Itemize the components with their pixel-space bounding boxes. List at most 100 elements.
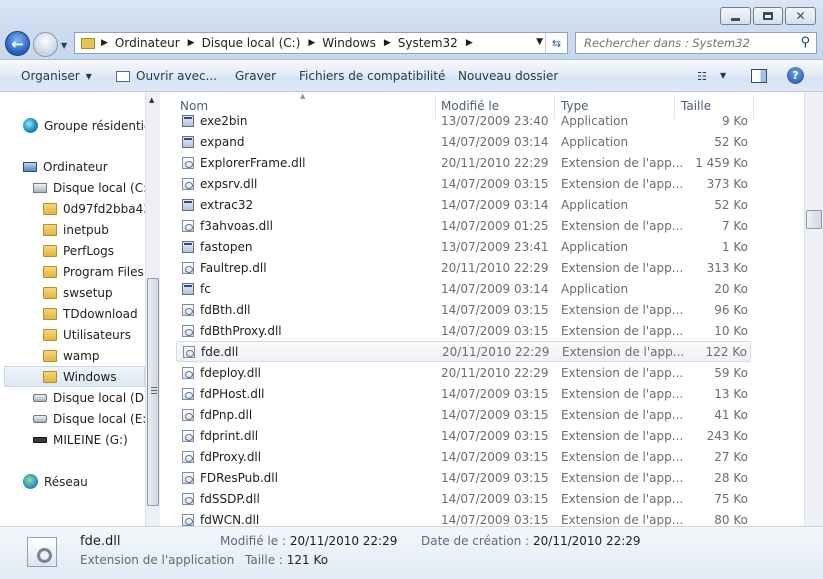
breadcrumb-ordinateur[interactable]: Ordinateur ▶ bbox=[115, 36, 202, 50]
details-created-value: 20/11/2010 22:29 bbox=[533, 534, 641, 548]
file-type: Extension de l'app... bbox=[561, 491, 684, 506]
address-bar[interactable]: ▶ Ordinateur ▶ Disque local (C:) ▶ Windows… bbox=[74, 32, 568, 54]
table-row[interactable]: Faultrep.dll 20/11/2010 22:29 Extension de… bbox=[176, 257, 751, 278]
table-row[interactable]: expsrv.dll 14/07/2009 03:15 Extension de l… bbox=[176, 173, 751, 194]
breadcrumb-system32[interactable]: System32 ▶ bbox=[398, 36, 480, 50]
table-row[interactable]: fdPnp.dll 14/07/2009 03:15 Extension de l'… bbox=[176, 404, 751, 425]
nav-folder-program-files[interactable]: Program Files bbox=[43, 261, 144, 282]
nav-folder-perflogs[interactable]: PerfLogs bbox=[43, 240, 114, 261]
burn-button[interactable]: Graver bbox=[235, 69, 276, 83]
nav-folder-swsetup[interactable]: swsetup bbox=[43, 282, 113, 303]
table-row[interactable]: FDResPub.dll 14/07/2009 03:15 Extension de… bbox=[176, 467, 751, 488]
breadcrumb-disque-c[interactable]: Disque local (C:) ▶ bbox=[202, 36, 323, 50]
view-dropdown-icon[interactable]: ▼ bbox=[720, 71, 726, 80]
sidebar-scrollbar[interactable]: ▲ bbox=[145, 92, 160, 526]
file-modified: 14/07/2009 03:15 bbox=[441, 428, 549, 443]
breadcrumb-label: Disque local (C:) bbox=[201, 36, 301, 50]
file-list-scrollbar[interactable] bbox=[804, 92, 823, 526]
back-button[interactable]: ← bbox=[5, 31, 30, 56]
maximize-button[interactable] bbox=[753, 7, 783, 25]
table-row[interactable]: extrac32 14/07/2009 03:14 Application 52 Ko bbox=[176, 194, 751, 215]
scroll-up-icon[interactable]: ▲ bbox=[149, 96, 154, 104]
application-icon bbox=[182, 135, 194, 148]
file-modified: 14/07/2009 03:15 bbox=[441, 491, 549, 506]
nav-folder-tddownload[interactable]: TDdownload bbox=[43, 303, 138, 324]
file-name: extrac32 bbox=[200, 197, 254, 212]
minimize-icon bbox=[731, 17, 740, 21]
nav-drive-g[interactable]: MILEINE (G:) bbox=[33, 429, 128, 450]
chevron-right-icon[interactable]: ▶ bbox=[188, 38, 195, 48]
file-name: fastopen bbox=[200, 239, 253, 254]
chevron-right-icon[interactable]: ▶ bbox=[466, 38, 473, 48]
grip-line bbox=[151, 387, 157, 388]
chevron-right-icon[interactable]: ▶ bbox=[384, 38, 391, 48]
search-input[interactable]: Rechercher dans : System32 ⚲ bbox=[575, 32, 817, 54]
maximize-icon bbox=[763, 12, 773, 20]
file-name: ExplorerFrame.dll bbox=[200, 155, 306, 170]
search-icon[interactable]: ⚲ bbox=[800, 35, 810, 50]
nav-folder-utilisateurs[interactable]: Utilisateurs bbox=[43, 324, 131, 345]
chevron-right-icon[interactable]: ▶ bbox=[308, 38, 315, 48]
minimize-button[interactable] bbox=[720, 7, 751, 25]
column-divider[interactable] bbox=[753, 95, 754, 119]
table-row[interactable]: ExplorerFrame.dll 20/11/2010 22:29 Extensi… bbox=[176, 152, 751, 173]
breadcrumb-windows[interactable]: Windows ▶ bbox=[322, 36, 398, 50]
nav-folder-wamp[interactable]: wamp bbox=[43, 345, 99, 366]
compat-files-button[interactable]: Fichiers de compatibilité bbox=[299, 69, 445, 83]
file-size: 1 Ko bbox=[721, 239, 748, 254]
open-with-button[interactable]: Ouvrir avec... bbox=[116, 69, 217, 83]
table-row[interactable]: fastopen 13/07/2009 23:41 Application 1 Ko bbox=[176, 236, 751, 257]
nav-folder-windows[interactable]: Windows bbox=[4, 366, 145, 387]
new-folder-button[interactable]: Nouveau dossier bbox=[458, 69, 558, 83]
file-name: exe2bin bbox=[200, 113, 248, 128]
breadcrumb-label: System32 bbox=[397, 36, 458, 50]
nav-network[interactable]: Réseau bbox=[23, 471, 88, 492]
help-button[interactable]: ? bbox=[787, 67, 804, 84]
address-dropdown-icon[interactable]: ▼ bbox=[536, 37, 543, 47]
file-name: fdWCN.dll bbox=[200, 512, 260, 527]
table-row[interactable]: fc 14/07/2009 03:14 Application 20 Ko bbox=[176, 278, 751, 299]
close-button[interactable]: ✕ bbox=[785, 7, 816, 25]
details-created-label: Date de création : bbox=[421, 534, 530, 548]
file-modified: 14/07/2009 03:15 bbox=[441, 449, 549, 464]
close-icon: ✕ bbox=[795, 9, 806, 23]
nav-drive-c[interactable]: Disque local (C:) bbox=[33, 177, 152, 198]
nav-drive-e[interactable]: Disque local (E:) bbox=[33, 408, 151, 429]
network-icon bbox=[23, 474, 38, 489]
breadcrumb-root-chevron[interactable]: ▶ bbox=[101, 38, 115, 48]
file-size: 80 Ko bbox=[714, 512, 748, 527]
table-row[interactable]: fdProxy.dll 14/07/2009 03:15 Extension de … bbox=[176, 446, 751, 467]
nav-drive-d[interactable]: Disque local (D:) bbox=[33, 387, 153, 408]
table-row[interactable]: fdWCN.dll 14/07/2009 03:15 Extension de l'… bbox=[176, 509, 751, 526]
file-type: Extension de l'app... bbox=[561, 407, 684, 422]
file-name: fdprint.dll bbox=[200, 428, 259, 443]
recent-pages-dropdown[interactable]: ▼ bbox=[61, 41, 67, 50]
table-row[interactable]: fde.dll 20/11/2010 22:29 Extension de l'ap… bbox=[176, 341, 751, 362]
table-row[interactable]: fdeploy.dll 20/11/2010 22:29 Extension de … bbox=[176, 362, 751, 383]
table-row[interactable]: fdSSDP.dll 14/07/2009 03:15 Extension de l… bbox=[176, 488, 751, 509]
organize-menu[interactable]: Organiser ▼ bbox=[21, 69, 92, 83]
refresh-icon[interactable]: ⇆ bbox=[545, 33, 567, 53]
table-row[interactable]: expand 14/07/2009 03:14 Application 52 Ko bbox=[176, 131, 751, 152]
preview-pane-icon[interactable] bbox=[751, 69, 767, 83]
table-row[interactable]: fdBthProxy.dll 14/07/2009 03:15 Extension … bbox=[176, 320, 751, 341]
sidebar-scroll-thumb[interactable] bbox=[147, 278, 159, 506]
nav-folder-0d97[interactable]: 0d97fd2bba43a bbox=[43, 198, 158, 219]
table-row[interactable]: fdPHost.dll 14/07/2009 03:15 Extension de … bbox=[176, 383, 751, 404]
table-row[interactable]: fdprint.dll 14/07/2009 03:15 Extension de … bbox=[176, 425, 751, 446]
file-type: Application bbox=[561, 281, 629, 296]
file-list-scroll-thumb[interactable] bbox=[806, 210, 822, 229]
table-row[interactable]: exe2bin 13/07/2009 23:40 Application 9 Ko bbox=[176, 110, 751, 131]
table-row[interactable]: f3ahvoas.dll 14/07/2009 01:25 Extension de… bbox=[176, 215, 751, 236]
view-options-icon[interactable]: ☷ bbox=[697, 70, 707, 83]
forward-button[interactable] bbox=[33, 32, 58, 57]
file-modified: 20/11/2010 22:29 bbox=[441, 155, 549, 170]
table-row[interactable]: fdBth.dll 14/07/2009 03:15 Extension de l'… bbox=[176, 299, 751, 320]
breadcrumb-label: Ordinateur bbox=[114, 36, 180, 50]
nav-folder-inetpub[interactable]: inetpub bbox=[43, 219, 109, 240]
folder-icon bbox=[43, 244, 57, 257]
folder-icon bbox=[81, 37, 95, 49]
nav-computer[interactable]: Ordinateur bbox=[23, 156, 108, 177]
file-name: Faultrep.dll bbox=[200, 260, 267, 275]
nav-homegroup[interactable]: Groupe résidentiel bbox=[23, 115, 155, 136]
